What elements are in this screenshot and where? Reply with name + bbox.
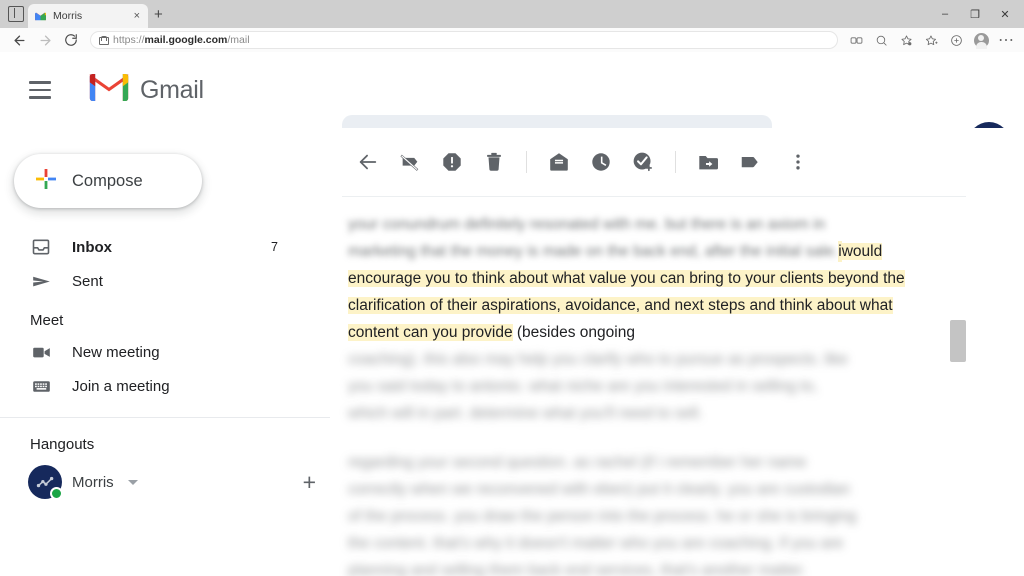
blurred-text-line: you said today to antonio. what niche ar… [348, 378, 818, 395]
chevron-down-icon[interactable] [127, 479, 138, 485]
gmail-header: Gmail [0, 52, 1024, 171]
lock-icon [99, 35, 109, 45]
mail-toolbar [330, 128, 1024, 196]
sidebar-item-inbox[interactable]: Inbox 7 [0, 230, 330, 264]
zoom-icon[interactable] [869, 29, 893, 51]
keyboard-icon [30, 376, 52, 397]
address-bar-url: https://mail.google.com/mail [113, 34, 250, 46]
meet-list: New meeting Join a meeting [0, 335, 330, 403]
gmail-favicon [34, 10, 47, 23]
delete-button[interactable] [474, 142, 514, 182]
archive-button[interactable] [390, 142, 430, 182]
blurred-text-line: your conundrum definitely resonated with… [348, 216, 826, 233]
sidebar-item-sent[interactable]: Sent [0, 264, 330, 298]
browser-tab-title: Morris [53, 10, 83, 22]
gmail-wordmark: Gmail [140, 75, 204, 104]
labels-button[interactable] [730, 142, 770, 182]
split-screen-icon[interactable] [844, 29, 868, 51]
browser-titlebar: Morris × + – ❐ ✕ [0, 0, 1024, 28]
blurred-text-line: the content. that's why it doesn't matte… [348, 535, 844, 552]
email-paragraph-1: your conundrum definitely resonated with… [348, 211, 934, 427]
collections-icon[interactable] [944, 29, 968, 51]
report-spam-button[interactable] [432, 142, 472, 182]
compose-plus-icon [34, 167, 58, 196]
new-tab-button[interactable]: + [154, 7, 163, 22]
browser-tab[interactable]: Morris × [28, 4, 148, 28]
blurred-text-line: of the process. you draw the person into… [348, 508, 857, 525]
add-to-tasks-button[interactable] [623, 142, 663, 182]
video-camera-icon [30, 342, 52, 363]
mark-unread-button[interactable] [539, 142, 579, 182]
more-options-button[interactable] [778, 142, 818, 182]
system-menu-icon[interactable] [8, 6, 24, 22]
compose-label: Compose [72, 171, 143, 190]
browser-toolbar: https://mail.google.com/mail ⋯ [0, 28, 1024, 52]
browser-chrome: Morris × + – ❐ ✕ https://mail.google.com… [0, 0, 1024, 52]
move-to-button[interactable] [688, 142, 728, 182]
sidebar-section-meet: Meet [30, 312, 64, 329]
minimize-button[interactable]: – [930, 1, 960, 27]
forward-button[interactable] [32, 29, 58, 51]
reload-button[interactable] [58, 29, 84, 51]
address-bar[interactable]: https://mail.google.com/mail [90, 31, 838, 49]
add-favorite-icon[interactable] [919, 29, 943, 51]
scrollbar-thumb[interactable] [950, 320, 966, 362]
back-button[interactable] [6, 29, 32, 51]
close-window-button[interactable]: ✕ [990, 1, 1020, 27]
online-status-dot [50, 487, 63, 500]
close-tab-icon[interactable]: × [132, 10, 142, 22]
blurred-text-line: marketing that the money is made on the … [348, 243, 839, 260]
sidebar-item-label-inbox: Inbox [72, 238, 112, 256]
inbox-count: 7 [271, 240, 278, 254]
email-text-tail: (besides ongoing [512, 324, 635, 341]
window-controls: – ❐ ✕ [930, 0, 1020, 28]
sidebar-section-hangouts: Hangouts [30, 436, 95, 453]
blurred-text-line: planning and selling them back end servi… [348, 562, 806, 576]
hangouts-avatar [28, 465, 63, 500]
sidebar-divider [0, 417, 330, 418]
sidebar-nav: Inbox 7 Sent [0, 230, 330, 298]
toolbar-divider-2 [675, 151, 676, 173]
favorites-settings-icon[interactable] [894, 29, 918, 51]
browser-window: Morris × + – ❐ ✕ https://mail.google.com… [0, 0, 1024, 576]
sidebar-item-new-meeting[interactable]: New meeting [0, 335, 330, 369]
back-to-inbox-button[interactable] [348, 142, 388, 182]
toolbar-divider-1 [526, 151, 527, 173]
gmail-logo[interactable]: Gmail [86, 70, 204, 110]
blurred-text-line: regarding your second question. as rache… [348, 454, 807, 471]
sidebar-item-label-new-meeting: New meeting [72, 343, 160, 361]
hangouts-user-name: Morris [72, 473, 114, 491]
sidebar-item-label-join-meeting: Join a meeting [72, 377, 170, 395]
main-menu-icon[interactable] [16, 66, 64, 114]
profile-icon[interactable] [969, 29, 993, 51]
gmail-logo-icon [86, 70, 132, 110]
mail-pane: your conundrum definitely resonated with… [330, 128, 1024, 576]
inbox-icon [30, 237, 52, 257]
browser-actions: ⋯ [844, 29, 1018, 51]
sidebar-item-label-sent: Sent [72, 272, 103, 290]
blurred-text-line: correctly when we reconvened with eben) … [348, 481, 851, 498]
sent-icon [30, 271, 52, 292]
add-conversation-button[interactable]: + [303, 470, 316, 494]
compose-button[interactable]: Compose [14, 154, 202, 208]
browser-settings-icon[interactable]: ⋯ [994, 29, 1018, 51]
hangouts-user-row[interactable]: Morris + [0, 465, 330, 500]
email-body: your conundrum definitely resonated with… [330, 197, 1024, 576]
blurred-text-line: coaching). this also may help you clarif… [348, 351, 848, 368]
sidebar: Compose Inbox 7 Sent Meet New meeting Jo… [0, 128, 330, 576]
sidebar-item-join-meeting[interactable]: Join a meeting [0, 369, 330, 403]
maximize-button[interactable]: ❐ [960, 1, 990, 27]
blurred-text-line: which will in part. determine what you'l… [348, 405, 703, 422]
snooze-button[interactable] [581, 142, 621, 182]
email-paragraph-2: regarding your second question. as rache… [348, 449, 934, 576]
